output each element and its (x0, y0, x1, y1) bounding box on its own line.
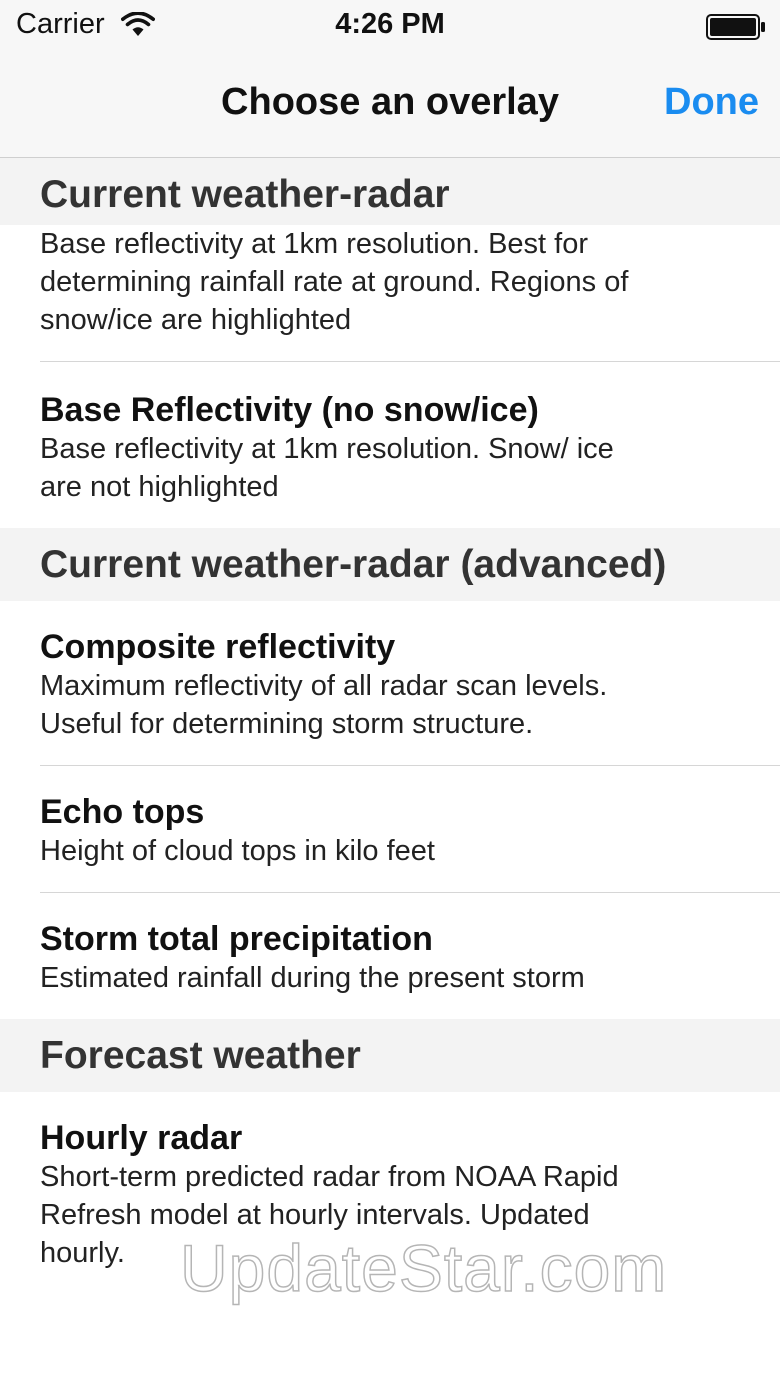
list-item-title: Hourly radar (40, 1119, 243, 1157)
status-bar: Carrier 4:26 PM (0, 0, 780, 54)
list-item-subtitle: Short-term predicted radar from NOAA Rap… (40, 1161, 619, 1269)
section-header-advanced-radar: Current weather-radar (advanced) (0, 528, 780, 601)
list-item-subtitle: Estimated rainfall during the present st… (40, 962, 585, 994)
list-item-title: Echo tops (40, 793, 205, 831)
page-title: Choose an overlay (221, 81, 559, 123)
overlay-list: Current weather-radar Base reflectivity … (0, 158, 780, 1294)
list-item-base-reflectivity-no-snow[interactable]: Base Reflectivity (no snow/ice) Base ref… (0, 362, 780, 528)
battery-icon (706, 14, 766, 45)
list-item-subtitle: Base reflectivity at 1km resolution. Sno… (40, 433, 614, 503)
list-item-echo-tops[interactable]: Echo tops Height of cloud tops in kilo f… (0, 766, 780, 892)
list-item-title: Base Reflectivity (no snow/ice) (40, 391, 539, 429)
list-item-subtitle: Height of cloud tops in kilo feet (40, 835, 435, 867)
list-item-subtitle: Base reflectivity at 1km resolution. Bes… (40, 228, 629, 336)
section-header-current-radar: Current weather-radar (0, 158, 780, 231)
status-time: 4:26 PM (335, 8, 445, 40)
list-item-base-reflectivity[interactable]: Base reflectivity at 1km resolution. Bes… (0, 225, 780, 361)
list-item-composite-reflectivity[interactable]: Composite reflectivity Maximum reflectiv… (0, 601, 780, 765)
list-item-hourly-radar[interactable]: Hourly radar Short-term predicted radar … (0, 1092, 780, 1294)
section-header-forecast-weather: Forecast weather (0, 1019, 780, 1092)
navigation-bar: Choose an overlay Done (0, 54, 780, 158)
list-item-title: Composite reflectivity (40, 628, 396, 666)
list-item-storm-total-precipitation[interactable]: Storm total precipitation Estimated rain… (0, 893, 780, 1019)
list-item-subtitle: Maximum reflectivity of all radar scan l… (40, 670, 608, 740)
list-item-title: Storm total precipitation (40, 920, 433, 958)
done-button[interactable]: Done (664, 81, 759, 124)
